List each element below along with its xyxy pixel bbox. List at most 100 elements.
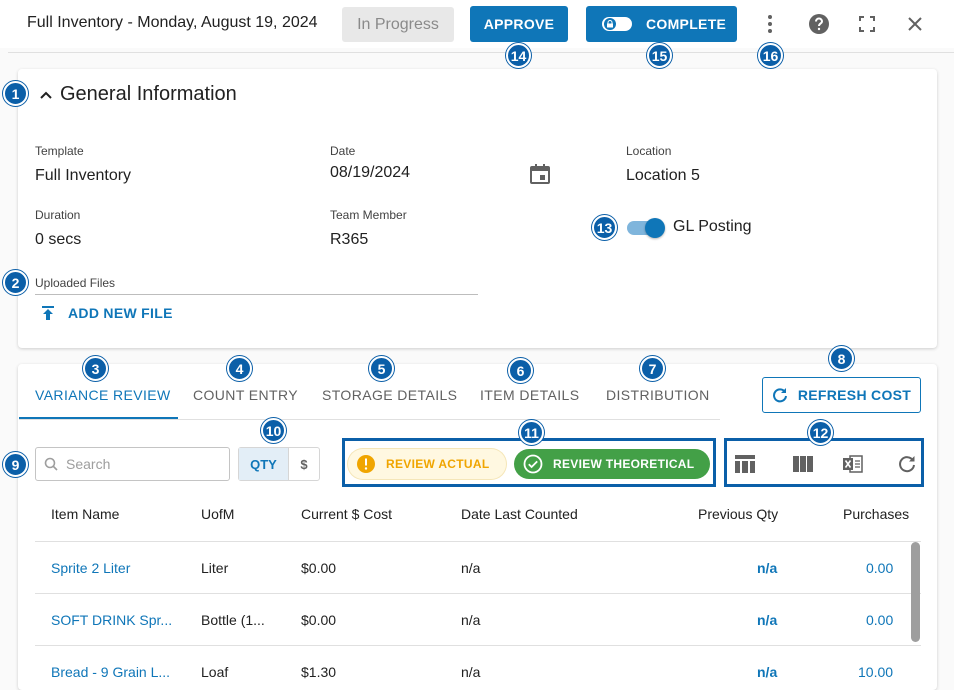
duration-label: Duration (35, 208, 81, 222)
uploaded-files-divider (35, 294, 478, 295)
column-header-item-name[interactable]: Item Name (51, 506, 119, 522)
callout-badge: 7 (640, 356, 665, 381)
complete-button[interactable]: COMPLETE (586, 6, 737, 42)
fullscreen-icon[interactable] (855, 12, 879, 36)
item-name-link[interactable]: Sprite 2 Liter (51, 560, 130, 576)
item-name-link[interactable]: Bread - 9 Grain L... (51, 664, 170, 680)
duration-value: 0 secs (35, 231, 82, 248)
column-header-current-cost[interactable]: Current $ Cost (301, 506, 392, 522)
date-field[interactable]: 08/19/2024 (330, 164, 410, 182)
date-cell: n/a (461, 612, 481, 628)
tab-distribution[interactable]: DISTRIBUTION (606, 387, 710, 403)
callout-badge: 5 (369, 356, 394, 381)
refresh-cost-label: REFRESH COST (797, 387, 912, 403)
review-theoretical-label: REVIEW THEORETICAL (553, 457, 695, 471)
gl-posting-label: GL Posting (673, 218, 752, 235)
upload-icon (42, 306, 54, 320)
table-row: SOFT DRINK Spr... Bottle (1... $0.00 n/a… (35, 593, 921, 645)
add-new-file-button[interactable]: ADD NEW FILE (40, 305, 173, 321)
lock-toggle-icon (602, 17, 632, 31)
callout-badge: 10 (261, 418, 286, 443)
header-divider (8, 52, 954, 53)
callout-badge: 12 (808, 420, 833, 445)
table-view-icon[interactable] (734, 453, 756, 475)
column-header-uofm[interactable]: UofM (201, 506, 234, 522)
date-cell: n/a (461, 560, 481, 576)
dollar-toggle-button[interactable]: $ (289, 448, 319, 480)
inventory-page: Full Inventory - Monday, August 19, 2024… (0, 0, 954, 690)
tab-item-details[interactable]: ITEM DETAILS (480, 387, 579, 403)
callout-badge: 11 (519, 420, 544, 445)
column-header-purchases[interactable]: Purchases (843, 506, 909, 522)
refresh-icon (772, 388, 787, 403)
variance-table: Item Name UofM Current $ Cost Date Last … (35, 490, 921, 690)
callout-badge: 14 (506, 43, 531, 68)
active-tab-indicator (19, 417, 178, 419)
uofm-cell: Loaf (201, 664, 229, 680)
template-label: Template (35, 144, 84, 158)
column-header-previous-qty[interactable]: Previous Qty (698, 506, 778, 522)
more-vert-icon[interactable] (758, 12, 782, 36)
page-title: Full Inventory - Monday, August 19, 2024 (27, 14, 318, 31)
cost-cell: $0.00 (301, 560, 337, 576)
help-icon[interactable] (807, 12, 831, 36)
close-icon[interactable] (903, 12, 927, 36)
approve-button[interactable]: APPROVE (470, 6, 568, 42)
reset-icon[interactable] (896, 453, 918, 475)
review-actual-label: REVIEW ACTUAL (386, 457, 490, 471)
check-circle-icon (523, 454, 543, 474)
purchases-link[interactable]: 0.00 (866, 612, 893, 628)
warning-icon (357, 455, 375, 473)
search-field[interactable] (35, 447, 230, 481)
tabs-divider (19, 419, 720, 420)
status-badge: In Progress (342, 7, 454, 42)
search-icon (44, 457, 58, 471)
tab-storage-details[interactable]: STORAGE DETAILS (322, 387, 457, 403)
callout-badge: 13 (592, 215, 617, 240)
date-label: Date (330, 144, 356, 158)
uofm-cell: Liter (201, 560, 229, 576)
table-row: Bread - 9 Grain L... Loaf $1.30 n/a n/a … (35, 645, 921, 690)
section-title: General Information (60, 83, 237, 105)
callout-badge: 8 (829, 346, 854, 371)
callout-badge: 15 (647, 43, 672, 68)
previous-qty-link[interactable]: n/a (757, 560, 777, 576)
purchases-link[interactable]: 0.00 (866, 560, 893, 576)
column-header-date-last-counted[interactable]: Date Last Counted (461, 506, 578, 522)
template-value: Full Inventory (35, 167, 132, 184)
item-name-link[interactable]: SOFT DRINK Spr... (51, 612, 172, 628)
callout-badge: 16 (758, 43, 783, 68)
callout-badge: 1 (3, 81, 28, 106)
location-label: Location (626, 144, 672, 158)
uploaded-files-label: Uploaded Files (35, 276, 116, 290)
purchases-link[interactable]: 10.00 (858, 664, 893, 680)
tab-variance-review[interactable]: VARIANCE REVIEW (35, 387, 171, 403)
review-actual-button[interactable]: REVIEW ACTUAL (348, 449, 506, 479)
table-scrollbar[interactable] (911, 542, 920, 642)
qty-toggle-button[interactable]: QTY (239, 448, 289, 480)
chevron-up-icon (40, 91, 52, 99)
add-new-file-label: ADD NEW FILE (68, 305, 173, 321)
search-input[interactable] (66, 456, 216, 472)
calendar-icon[interactable] (529, 163, 551, 190)
general-info-header[interactable]: General Information (40, 83, 237, 106)
complete-label: COMPLETE (646, 16, 727, 32)
location-value: Location 5 (626, 167, 700, 184)
refresh-cost-button[interactable]: REFRESH COST (762, 377, 921, 413)
callout-badge: 3 (83, 356, 108, 381)
callout-badge: 6 (508, 358, 533, 383)
review-theoretical-button[interactable]: REVIEW THEORETICAL (514, 449, 710, 479)
team-member-label: Team Member (330, 208, 407, 222)
table-row: Sprite 2 Liter Liter $0.00 n/a n/a 0.00 (35, 541, 921, 593)
previous-qty-link[interactable]: n/a (757, 612, 777, 628)
date-cell: n/a (461, 664, 481, 680)
gl-posting-toggle[interactable] (627, 218, 665, 238)
cost-cell: $0.00 (301, 612, 337, 628)
previous-qty-link[interactable]: n/a (757, 664, 777, 680)
excel-export-icon[interactable] (842, 453, 864, 475)
team-member-value: R365 (330, 231, 369, 248)
uofm-cell: Bottle (1... (201, 612, 265, 628)
callout-badge: 2 (3, 270, 28, 295)
columns-icon[interactable] (792, 453, 814, 475)
tab-count-entry[interactable]: COUNT ENTRY (193, 387, 298, 403)
